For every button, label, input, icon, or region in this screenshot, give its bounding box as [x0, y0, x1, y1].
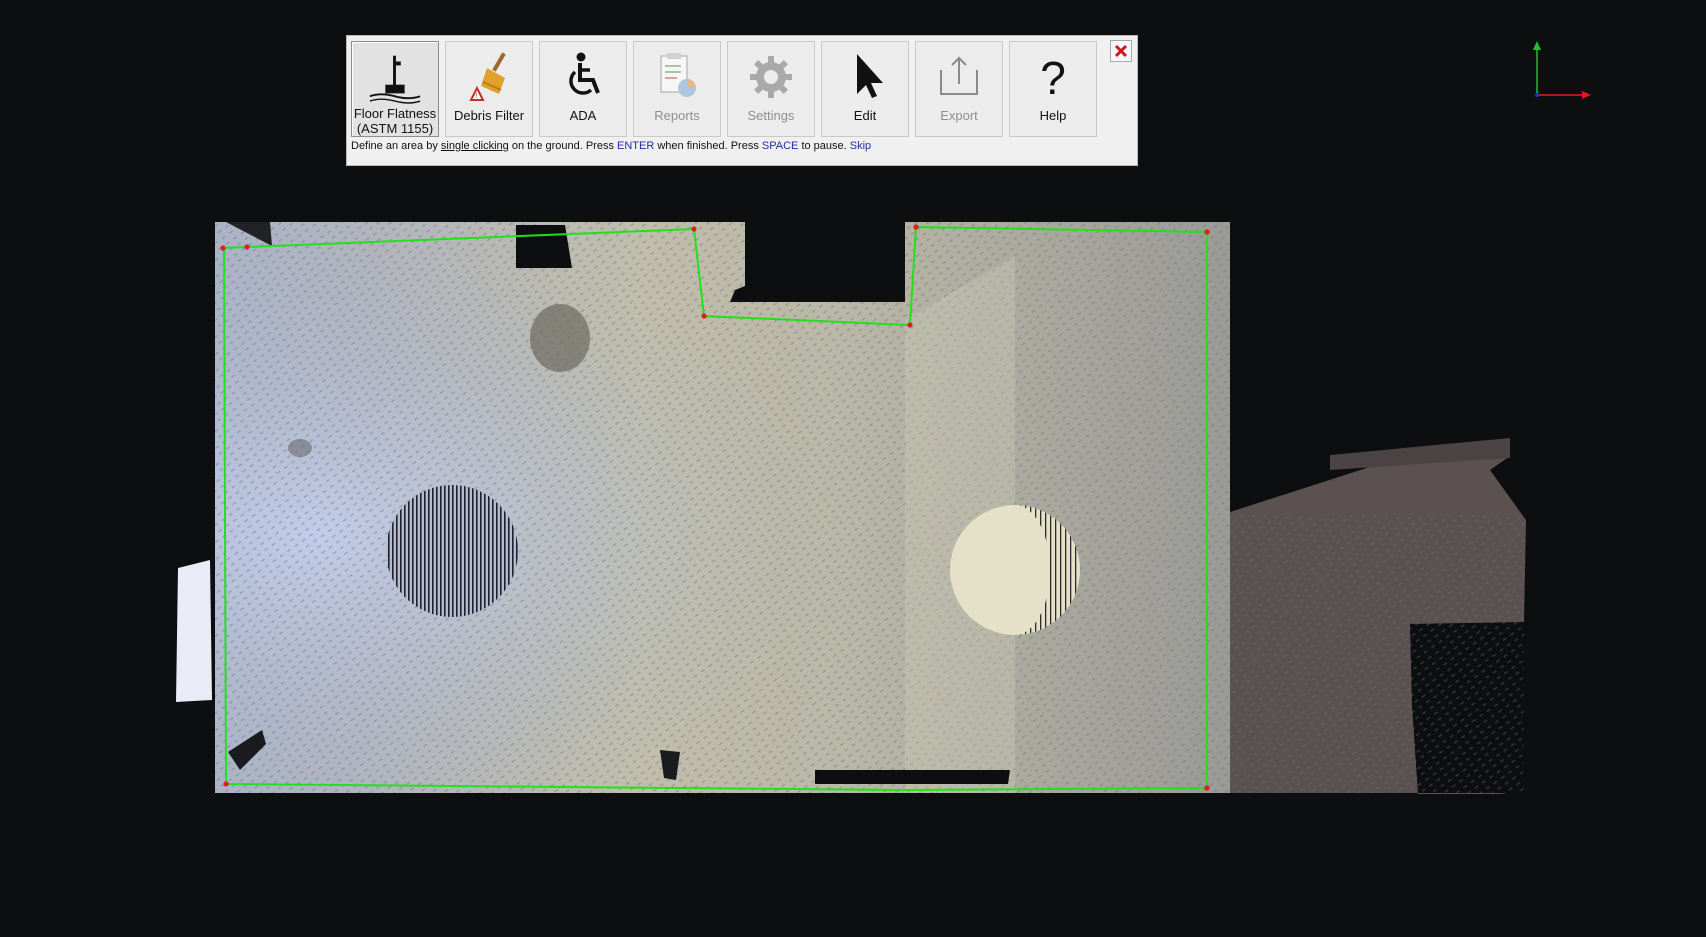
- export-icon: [940, 56, 978, 95]
- space-key-hint: SPACE: [761, 140, 799, 152]
- instruction-text: Define an area by single clicking on the…: [351, 140, 871, 152]
- instruction-part: Define an area by: [351, 140, 441, 152]
- axis-z: [1535, 93, 1539, 97]
- instruction-part: on the ground. Press: [508, 140, 617, 152]
- floor-flatness-label: Floor Flatness (ASTM 1155): [353, 106, 437, 136]
- skip-link[interactable]: Skip: [850, 140, 871, 152]
- analysis-toolbar: Floor Flatness (ASTM 1155) ! Debris Filt…: [346, 35, 1138, 166]
- report-chart-icon: [660, 53, 696, 97]
- close-icon: [1114, 44, 1128, 58]
- instruction-emphasis: single clicking: [440, 140, 509, 152]
- svg-text:?: ?: [1040, 52, 1066, 104]
- axis-gizmo: [1533, 41, 1591, 99]
- help-button[interactable]: ? Help: [1009, 41, 1097, 137]
- help-label: Help: [1039, 108, 1067, 123]
- ada-label: ADA: [569, 108, 597, 123]
- export-button[interactable]: Export: [915, 41, 1003, 137]
- broom-icon: !: [469, 52, 506, 101]
- edit-button[interactable]: Edit: [821, 41, 909, 137]
- debris-filter-label: Debris Filter: [453, 108, 525, 123]
- edit-label: Edit: [853, 108, 877, 123]
- ada-button[interactable]: ADA: [539, 41, 627, 137]
- wheelchair-icon: [569, 52, 600, 95]
- gear-icon: [750, 56, 792, 98]
- close-button[interactable]: [1110, 40, 1132, 62]
- reports-button[interactable]: Reports: [633, 41, 721, 137]
- enter-key-hint: ENTER: [617, 140, 655, 152]
- cursor-arrow-icon: [857, 54, 883, 98]
- debris-filter-button[interactable]: ! Debris Filter: [445, 41, 533, 137]
- question-icon: ?: [1040, 52, 1066, 104]
- scan-annex: [1230, 438, 1526, 794]
- floor-flatness-button[interactable]: Floor Flatness (ASTM 1155): [351, 41, 439, 137]
- floor-flatness-icon: [369, 55, 421, 104]
- reports-label: Reports: [654, 108, 700, 123]
- export-label: Export: [940, 108, 978, 123]
- instruction-part: when finished. Press: [654, 140, 762, 152]
- instruction-part: to pause.: [798, 140, 850, 152]
- settings-label: Settings: [747, 108, 795, 123]
- svg-text:!: !: [476, 93, 478, 100]
- settings-button[interactable]: Settings: [727, 41, 815, 137]
